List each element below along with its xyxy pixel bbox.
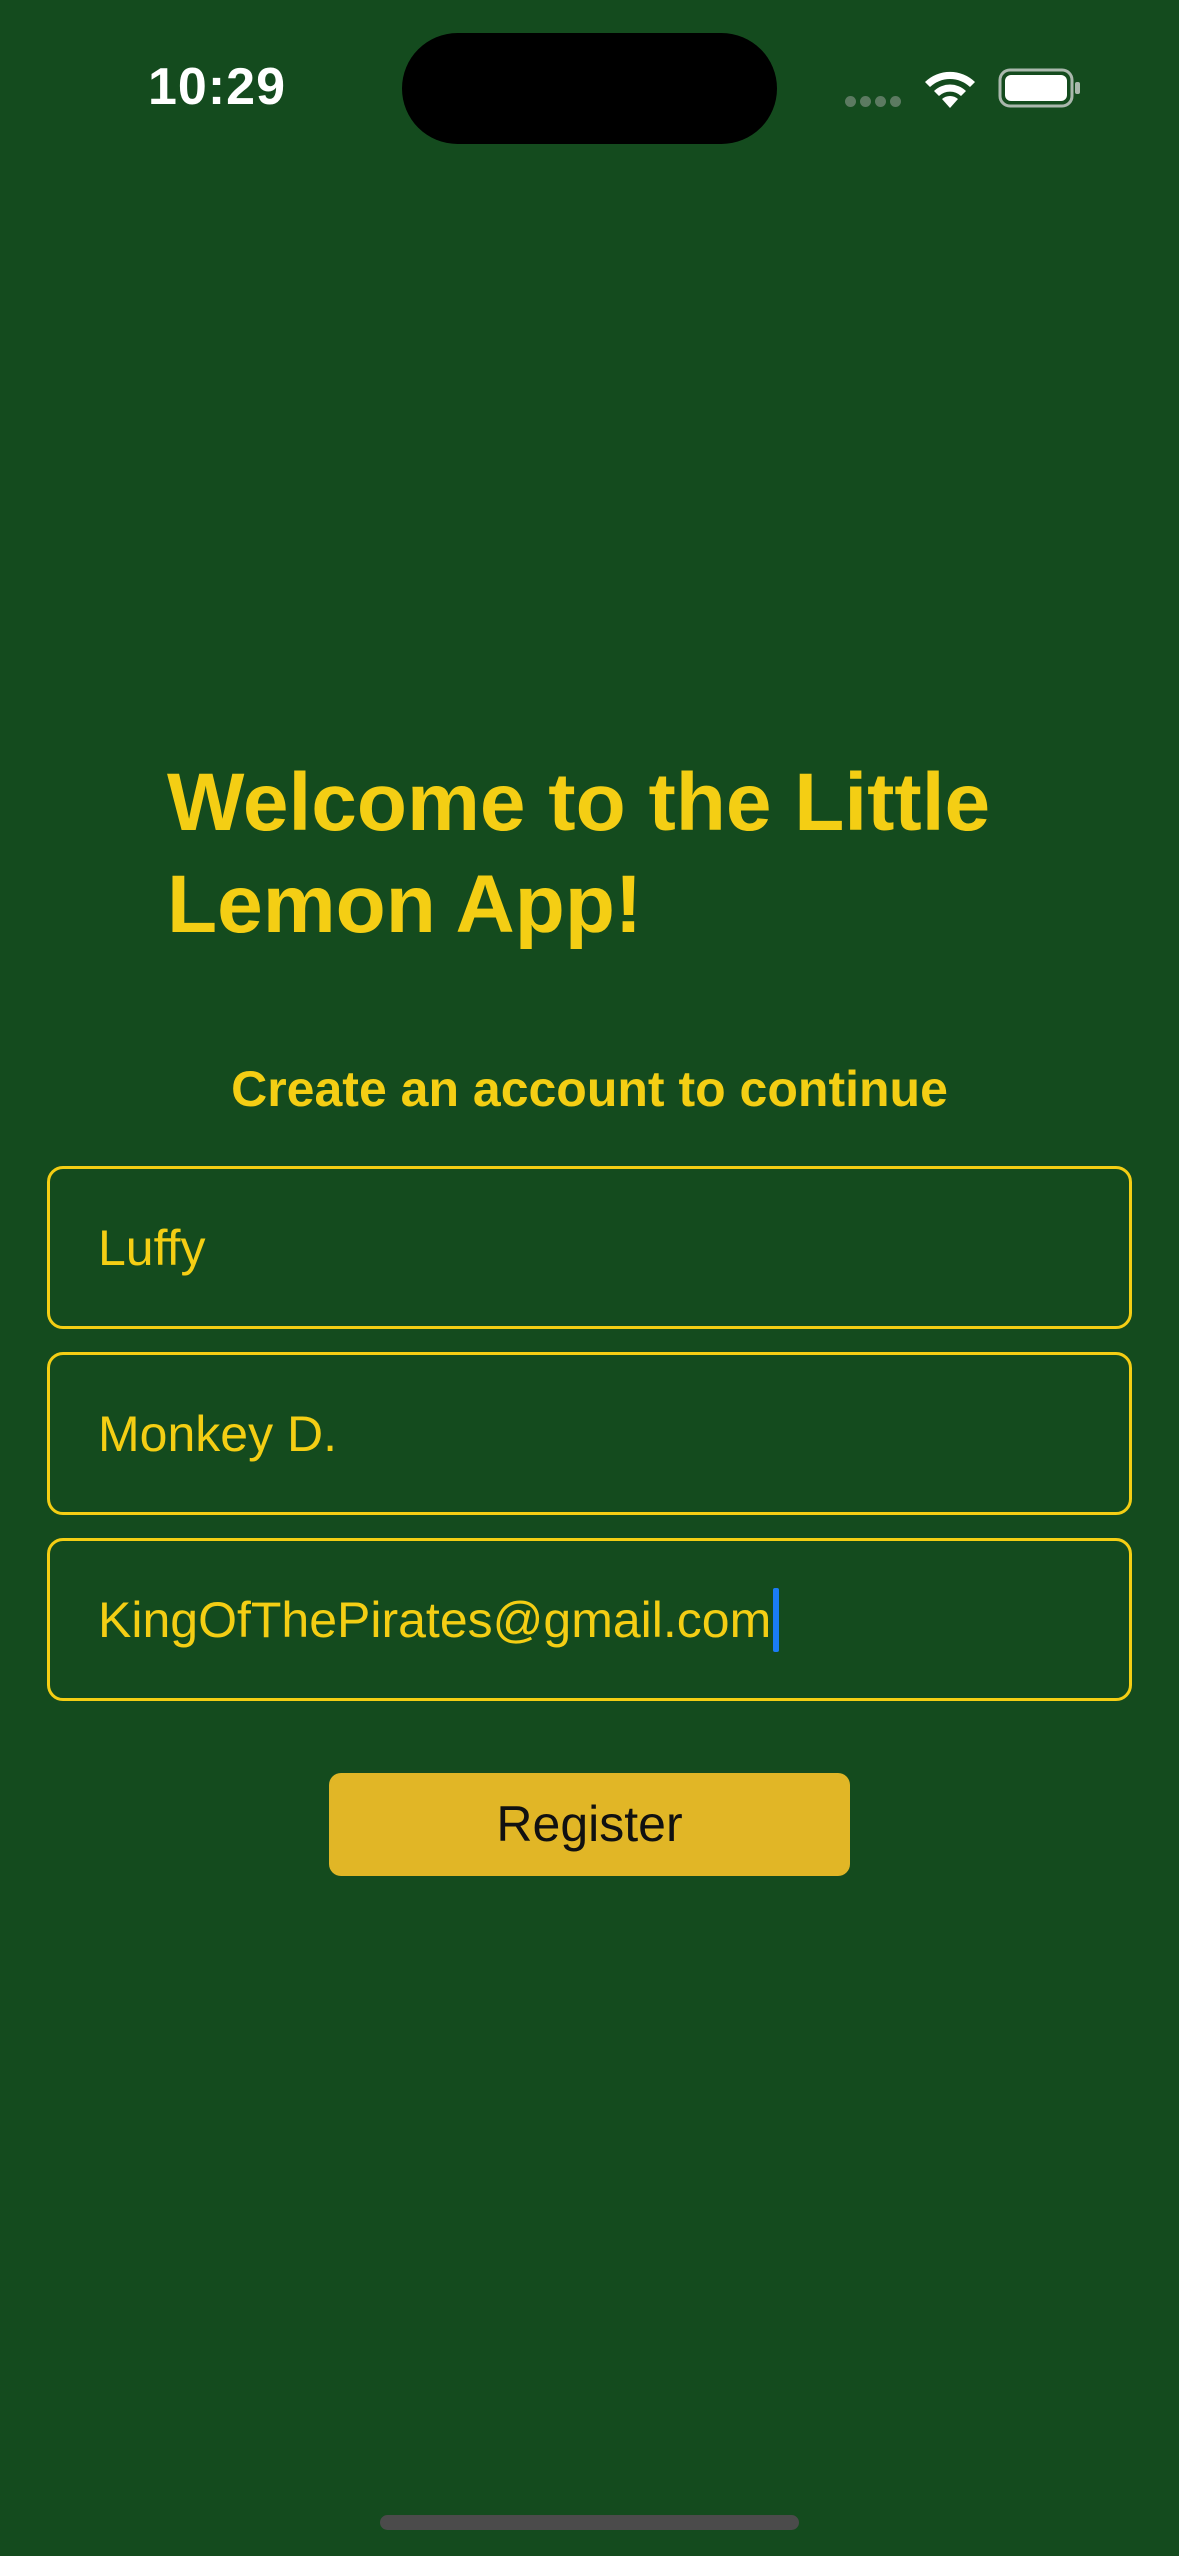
page-title: Welcome to the Little Lemon App! — [167, 757, 991, 950]
onboarding-screen: 10:29 Welcome to the Little Lemon App! C… — [0, 0, 1179, 2556]
status-time: 10:29 — [148, 58, 286, 116]
wifi-icon — [925, 71, 975, 108]
first-name-field[interactable]: Luffy — [47, 1166, 1132, 1329]
page-subtitle: Create an account to continue — [231, 1061, 948, 1117]
first-name-value: Luffy — [98, 1219, 206, 1276]
last-name-value: Monkey D. — [98, 1405, 337, 1462]
dynamic-island — [402, 33, 777, 144]
signal-dots-icon — [845, 94, 905, 108]
home-indicator[interactable] — [380, 2515, 799, 2530]
register-button[interactable]: Register — [329, 1773, 850, 1876]
email-value: KingOfThePirates@gmail.com — [98, 1591, 772, 1648]
last-name-field[interactable]: Monkey D. — [47, 1352, 1132, 1515]
battery-icon — [998, 68, 1080, 108]
email-field[interactable]: KingOfThePirates@gmail.com — [47, 1538, 1132, 1701]
text-cursor — [773, 1587, 780, 1652]
